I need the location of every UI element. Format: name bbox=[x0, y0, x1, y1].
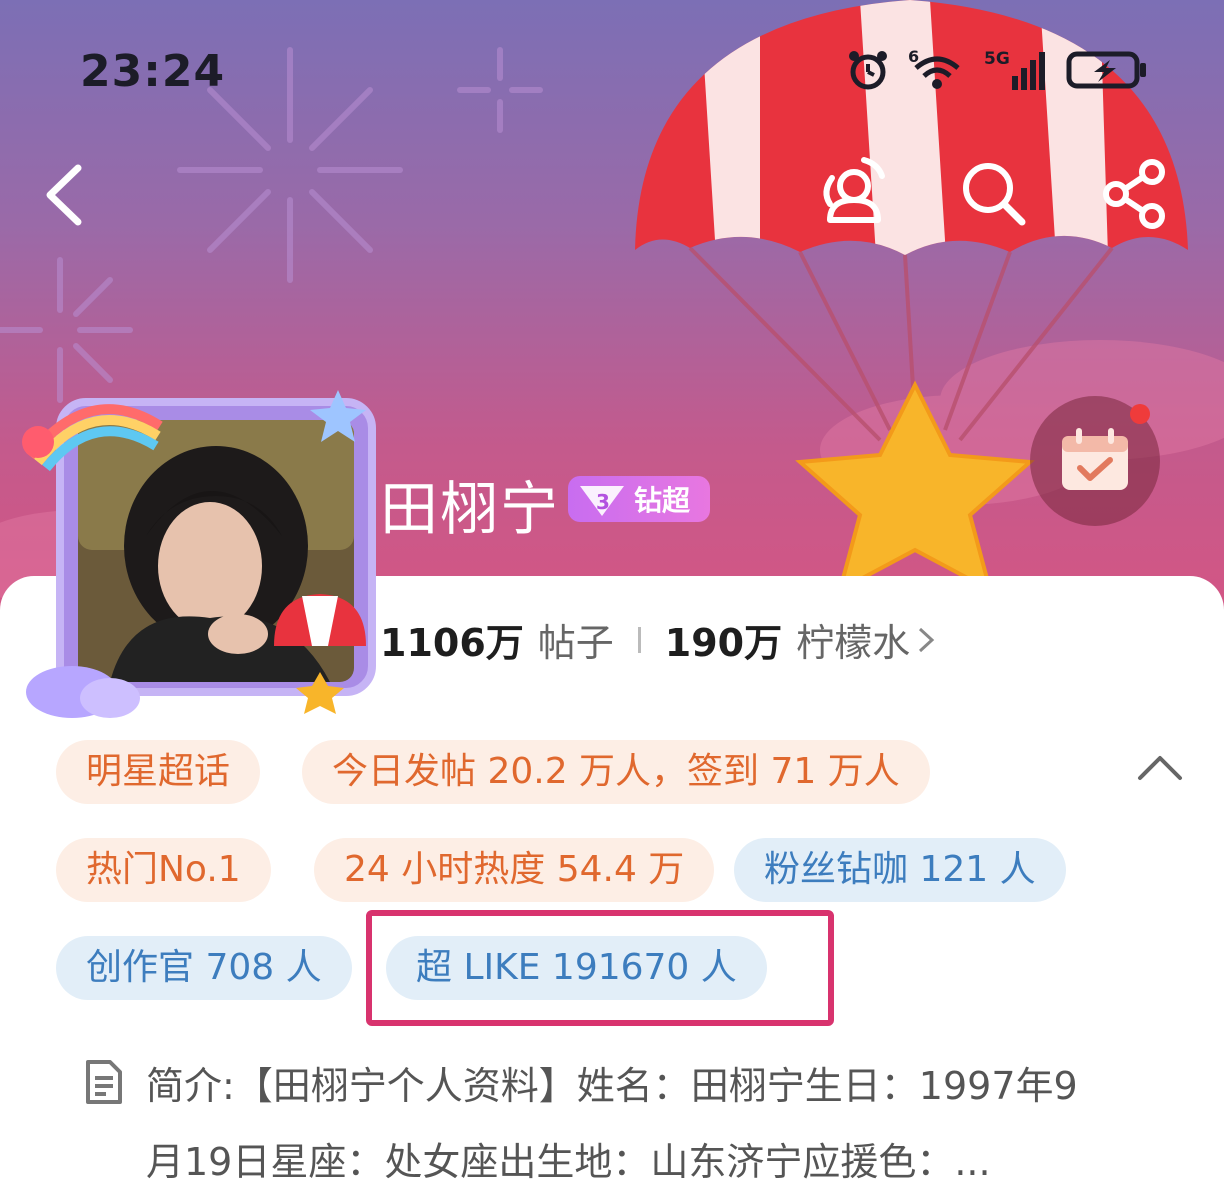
tag-fan-diamond[interactable]: 粉丝钻咖 121 人 bbox=[734, 838, 1066, 902]
stat-divider bbox=[637, 626, 641, 653]
chevron-left-icon[interactable] bbox=[40, 160, 90, 230]
profile-name: 田栩宁 bbox=[380, 475, 561, 543]
document-icon bbox=[86, 1060, 122, 1104]
alarm-icon bbox=[849, 51, 887, 90]
diamond-super-badge[interactable]: 3 钻超 bbox=[568, 476, 710, 522]
badge-label: 钻超 bbox=[634, 484, 691, 517]
chevron-right-icon[interactable] bbox=[914, 623, 938, 657]
status-icons: 6 5G bbox=[846, 48, 1148, 92]
wifi-icon: 6 bbox=[908, 48, 960, 89]
wifi-label: 6 bbox=[908, 48, 919, 66]
tag-creators[interactable]: 创作官 708 人 bbox=[56, 936, 352, 1000]
profile-intro[interactable]: 简介:【田栩宁个人资料】姓名：田栩宁生日：1997年9月19日星座：处女座出生地… bbox=[146, 1048, 1106, 1194]
signal-icon: 5G bbox=[984, 49, 1045, 90]
chevron-up-icon[interactable] bbox=[1136, 748, 1184, 784]
notification-dot bbox=[1130, 404, 1150, 424]
search-icon[interactable] bbox=[958, 158, 1030, 230]
battery-icon bbox=[1066, 51, 1146, 89]
screen: 23:24 6 5G 田栩宁 3 钻超 1106万 帖子 190万 柠檬水 明星… bbox=[0, 0, 1224, 1194]
avatar bbox=[22, 390, 376, 718]
posts-count: 1106万 bbox=[380, 621, 524, 665]
share-icon[interactable] bbox=[1100, 158, 1172, 230]
tag-star-supertopic[interactable]: 明星超话 bbox=[56, 740, 261, 804]
tag-today-posts[interactable]: 今日发帖 20.2 万人，签到 71 万人 bbox=[302, 740, 930, 804]
badge-level: 3 bbox=[596, 490, 610, 514]
posts-label: 帖子 bbox=[537, 621, 614, 665]
diamond-icon: 3 bbox=[580, 486, 624, 516]
tag-super-like[interactable]: 超 LIKE 191670 人 bbox=[386, 936, 767, 1000]
network-label: 5G bbox=[984, 49, 1010, 69]
lemon-count[interactable]: 190万 bbox=[665, 612, 782, 667]
lemon-label[interactable]: 柠檬水 bbox=[796, 612, 910, 667]
tag-hot-rank[interactable]: 热门No.1 bbox=[56, 838, 271, 902]
profile-stats: 1106万 帖子 190万 柠檬水 bbox=[380, 612, 938, 667]
checkin-button[interactable] bbox=[1030, 396, 1160, 526]
avatar-frame[interactable] bbox=[20, 386, 380, 726]
friends-icon[interactable] bbox=[812, 152, 892, 232]
tag-24h-heat[interactable]: 24 小时热度 54.4 万 bbox=[314, 838, 715, 902]
status-time: 23:24 bbox=[80, 46, 226, 97]
